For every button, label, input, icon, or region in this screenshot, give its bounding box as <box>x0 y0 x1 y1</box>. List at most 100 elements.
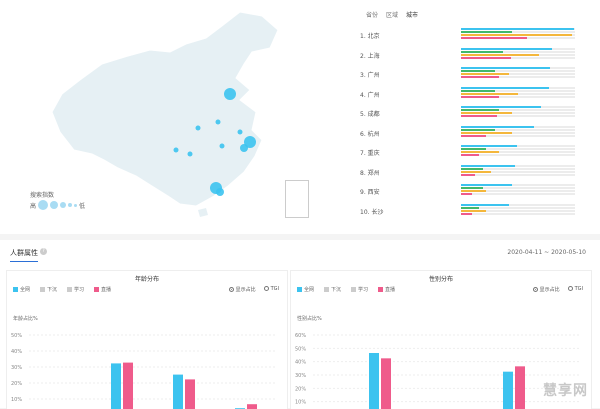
ranking-row[interactable]: 3. 广州 <box>360 67 590 83</box>
tab-city[interactable]: 城市 <box>406 10 418 19</box>
chart-bar[interactable] <box>173 374 183 409</box>
ranking-bars <box>461 47 575 60</box>
city-bubble[interactable] <box>237 129 243 135</box>
ranking-row[interactable]: 4. 广州 <box>360 86 590 103</box>
tab-province[interactable]: 省份 <box>366 10 378 19</box>
chart-bar[interactable] <box>381 358 391 409</box>
bar-track <box>461 167 575 170</box>
bar-fill <box>461 125 534 128</box>
legend-circle <box>60 202 67 208</box>
chart-bar[interactable] <box>515 366 525 409</box>
y-tick-label: 50% <box>295 346 306 352</box>
map-size-legend: 高 低 <box>30 200 85 210</box>
ranking-row[interactable]: 6. 杭州 <box>360 125 590 142</box>
chart-bar[interactable] <box>503 371 513 409</box>
ranking-bars <box>461 203 575 216</box>
chart-bar[interactable] <box>185 379 195 409</box>
bar-track <box>461 70 575 72</box>
bar-fill <box>461 134 487 137</box>
bar-track <box>461 92 575 95</box>
bar-fill <box>461 50 504 53</box>
y-tick-label: 40% <box>295 360 306 366</box>
bar-fill <box>461 193 473 195</box>
legend-circle <box>38 200 49 210</box>
bar-track <box>461 109 575 111</box>
bar-track <box>461 37 575 39</box>
bar-fill <box>461 67 550 69</box>
y-tick-label: 40% <box>11 349 22 355</box>
bar-fill <box>461 86 549 89</box>
ranking-label: 7. 重庆 <box>360 150 380 157</box>
chart-bar[interactable] <box>111 363 121 409</box>
ranking-bars <box>461 28 575 40</box>
tab-region[interactable]: 区域 <box>386 10 398 19</box>
date-range: 2020-04-11 ~ 2020-05-10 <box>507 249 586 256</box>
bar-track <box>461 145 575 147</box>
city-bubble[interactable] <box>224 88 236 100</box>
bar-track <box>461 209 575 212</box>
ranking-row[interactable]: 10. 长沙 <box>360 203 590 220</box>
chart-bar[interactable] <box>369 353 379 409</box>
y-tick-label: 30% <box>11 365 22 371</box>
ranking-label: 6. 杭州 <box>360 130 380 138</box>
bar-fill <box>461 115 498 117</box>
bar-track <box>461 112 575 114</box>
ranking-bars <box>461 125 575 138</box>
bar-track <box>461 131 575 134</box>
bar-fill <box>461 151 499 153</box>
bar-track <box>461 128 575 131</box>
bar-fill <box>461 184 513 186</box>
city-bubble[interactable] <box>187 151 193 157</box>
city-bubble[interactable] <box>219 143 225 149</box>
city-bubble[interactable] <box>173 147 179 153</box>
map-legend-title: 搜索指数 <box>30 192 55 199</box>
ranking-row[interactable]: 2. 上海 <box>360 47 590 64</box>
y-tick-label: 10% <box>295 400 306 406</box>
bar-fill <box>461 34 572 36</box>
chart-bar[interactable] <box>123 362 133 409</box>
chart-bar[interactable] <box>247 404 257 409</box>
ranking-row[interactable]: 5. 成都 <box>360 106 590 122</box>
ranking-bars <box>461 164 575 177</box>
ranking-bars <box>461 106 575 118</box>
bar-fill <box>461 173 475 176</box>
bar-fill <box>461 128 496 131</box>
bar-track <box>461 203 575 206</box>
bar-fill <box>461 89 496 92</box>
bar-track <box>461 76 575 78</box>
ranking-row[interactable]: 1. 北京 <box>360 28 590 44</box>
ranking-label: 3. 广州 <box>360 72 380 79</box>
ranking-label: 9. 西安 <box>360 189 380 196</box>
ranking-bars <box>461 86 575 99</box>
crowd-attributes-panel: 人群属性 ? 2020-04-11 ~ 2020-05-10 年龄分布 全网 下… <box>0 240 600 409</box>
bar-fill <box>461 53 539 56</box>
bar-track <box>461 73 575 75</box>
question-icon[interactable]: ? <box>40 248 47 255</box>
city-bubble[interactable] <box>195 125 201 131</box>
bar-fill <box>461 92 518 95</box>
city-bubble[interactable] <box>216 188 224 196</box>
bar-track <box>461 115 575 117</box>
china-map: 搜索指数 高 低 <box>0 0 350 234</box>
bar-fill <box>461 109 499 111</box>
bar-fill <box>461 112 513 114</box>
city-bubble[interactable] <box>240 144 248 152</box>
bar-fill <box>461 70 496 72</box>
bar-fill <box>461 212 473 215</box>
bar-track <box>461 50 575 53</box>
bar-fill <box>461 187 483 189</box>
y-tick-label: 60% <box>295 333 306 339</box>
bar-track <box>461 86 575 89</box>
y-tick-label: 10% <box>11 397 22 403</box>
city-bubble[interactable] <box>215 119 221 125</box>
ranking-row[interactable]: 7. 重庆 <box>360 145 590 161</box>
bar-track <box>461 193 575 195</box>
ranking-row[interactable]: 9. 西安 <box>360 184 590 200</box>
ranking-label: 1. 北京 <box>360 33 380 40</box>
ranking-bars <box>461 67 575 79</box>
bar-track <box>461 170 575 173</box>
ranking-row[interactable]: 8. 郑州 <box>360 164 590 181</box>
ranking-label: 4. 广州 <box>360 91 380 99</box>
china-map-shape <box>51 11 279 207</box>
ranking-label: 10. 长沙 <box>360 208 384 216</box>
